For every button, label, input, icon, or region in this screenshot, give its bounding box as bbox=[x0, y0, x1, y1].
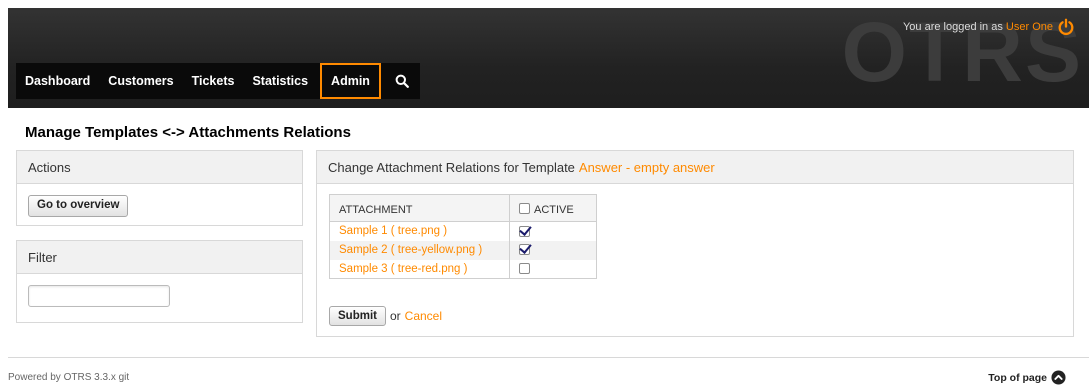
cancel-link[interactable]: Cancel bbox=[405, 309, 442, 323]
login-info: You are logged in as User One bbox=[903, 21, 1053, 33]
submit-button[interactable]: Submit bbox=[329, 306, 386, 326]
nav-search[interactable] bbox=[384, 63, 420, 99]
nav-statistics[interactable]: Statistics bbox=[243, 63, 317, 99]
header: OTRS You are logged in as User One Dashb… bbox=[8, 8, 1089, 108]
main-header: Change Attachment Relations for Template… bbox=[317, 151, 1073, 184]
nav-customers[interactable]: Customers bbox=[99, 63, 182, 99]
attachment-name[interactable]: Sample 1 ( tree.png ) bbox=[330, 222, 510, 241]
actions-header: Actions bbox=[17, 151, 302, 184]
nav-admin[interactable]: Admin bbox=[320, 63, 381, 99]
template-name-link[interactable]: Answer - empty answer bbox=[579, 160, 715, 175]
table-row: Sample 1 ( tree.png ) bbox=[330, 221, 597, 241]
top-of-page-link[interactable]: Top of page bbox=[988, 370, 1066, 385]
user-link[interactable]: User One bbox=[1006, 21, 1053, 33]
col-attachment: ATTACHMENT bbox=[329, 194, 510, 222]
table-row: Sample 3 ( tree-red.png ) bbox=[330, 259, 597, 279]
table-row: Sample 2 ( tree-yellow.png ) bbox=[329, 240, 597, 260]
or-text: or bbox=[389, 309, 401, 323]
col-active: ACTIVE bbox=[509, 194, 597, 222]
filter-header: Filter bbox=[17, 241, 302, 274]
main-nav: Dashboard Customers Tickets Statistics A… bbox=[16, 63, 420, 99]
nav-tickets[interactable]: Tickets bbox=[183, 63, 244, 99]
active-checkbox[interactable] bbox=[519, 263, 530, 275]
col-active-label: ACTIVE bbox=[534, 204, 574, 216]
attachment-name[interactable]: Sample 3 ( tree-red.png ) bbox=[330, 260, 510, 279]
search-icon bbox=[395, 74, 409, 88]
actions-box: Actions Go to overview bbox=[16, 150, 303, 226]
active-cell bbox=[509, 221, 597, 241]
go-to-overview-button[interactable]: Go to overview bbox=[28, 195, 129, 217]
top-of-page-label: Top of page bbox=[988, 371, 1047, 384]
table-header-row: ATTACHMENT ACTIVE bbox=[329, 194, 597, 222]
attachment-table: ATTACHMENT ACTIVE Sample 1 ( tree.png ) … bbox=[329, 194, 597, 279]
main-box: Change Attachment Relations for Template… bbox=[316, 150, 1074, 337]
power-icon[interactable] bbox=[1057, 18, 1075, 36]
active-cell bbox=[509, 259, 597, 279]
login-prefix: You are logged in as bbox=[902, 21, 1003, 33]
filter-input[interactable] bbox=[28, 285, 170, 307]
nav-dashboard[interactable]: Dashboard bbox=[16, 63, 99, 99]
filter-box: Filter bbox=[16, 240, 303, 323]
active-checkbox[interactable] bbox=[519, 225, 530, 237]
arrow-up-circle-icon bbox=[1051, 370, 1066, 385]
main-header-text: Change Attachment Relations for Template bbox=[328, 159, 575, 175]
select-all-checkbox[interactable] bbox=[519, 203, 530, 214]
page-title: Manage Templates <-> Attachments Relatio… bbox=[25, 124, 351, 141]
active-checkbox[interactable] bbox=[519, 244, 530, 256]
powered-by: Powered by OTRS 3.3.x git bbox=[8, 372, 130, 383]
active-cell bbox=[509, 240, 597, 260]
attachment-name[interactable]: Sample 2 ( tree-yellow.png ) bbox=[329, 240, 510, 260]
footer-divider bbox=[8, 357, 1089, 358]
form-actions: Submit or Cancel bbox=[329, 306, 442, 326]
